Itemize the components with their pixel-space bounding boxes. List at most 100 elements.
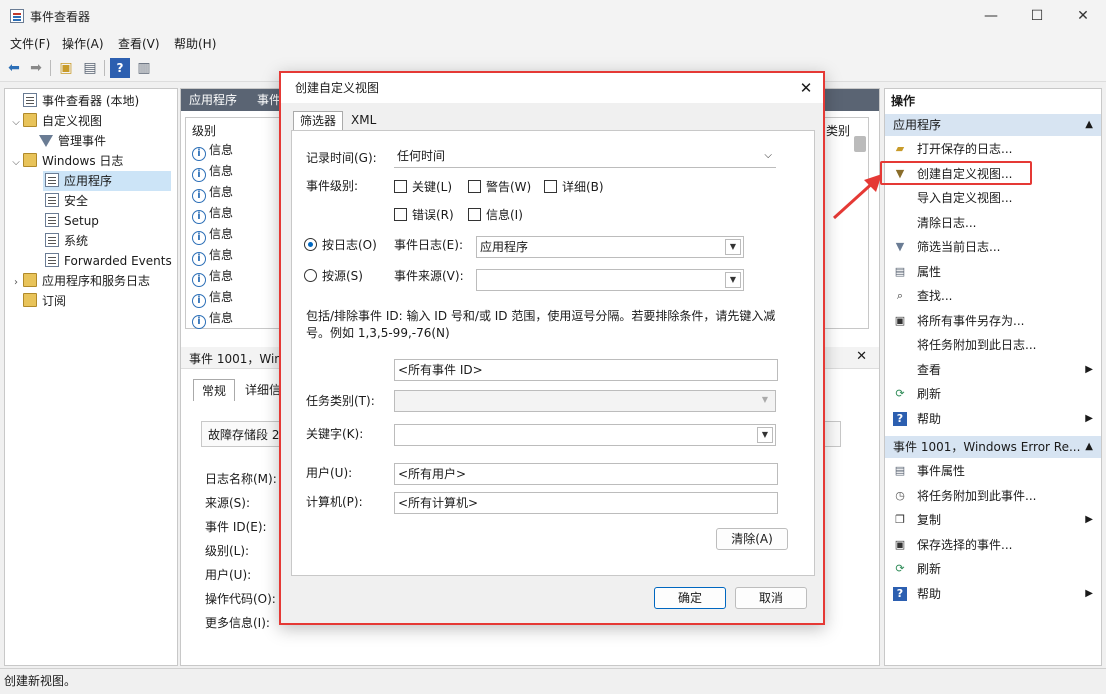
table-row[interactable]: i 信息 <box>192 308 233 329</box>
tab-filter[interactable]: 筛选器 <box>293 111 344 131</box>
task-category-label: 任务类别(T): <box>306 394 375 408</box>
cancel-button[interactable]: 取消 <box>735 587 807 609</box>
back-arrow-icon[interactable]: ⬅ <box>4 58 24 78</box>
maximize-button[interactable]: ☐ <box>1014 0 1060 32</box>
header-tab-events[interactable]: 事件 <box>257 89 281 111</box>
action-item[interactable]: ▰ 打开保存的日志... <box>885 137 1101 161</box>
show-hide-tree-icon[interactable]: ▤ <box>80 58 100 78</box>
table-row[interactable]: i 信息 <box>192 245 233 266</box>
tree-item-windows-logs[interactable]: ⌵ Windows 日志 <box>9 151 123 171</box>
menu-help[interactable]: 帮助(H) <box>174 35 216 52</box>
column-header-category[interactable]: 类别 <box>826 122 850 139</box>
folder-icon <box>23 293 37 307</box>
action-item[interactable]: ▤ 事件属性 <box>885 459 1101 483</box>
menu-action[interactable]: 操作(A) <box>62 35 104 52</box>
help-icon: ? <box>893 586 907 601</box>
action-item[interactable]: ◷ 将任务附加到此事件... <box>885 484 1101 508</box>
action-item[interactable]: 查看 ▶ <box>885 358 1101 382</box>
action-item[interactable]: ⌕ 查找... <box>885 284 1101 308</box>
event-logs-select[interactable]: 应用程序 ▼ <box>476 236 744 258</box>
radio-by-source[interactable] <box>304 269 317 282</box>
action-label: 打开保存的日志... <box>917 142 1013 156</box>
field-source: 来源(S): <box>205 496 251 510</box>
table-row[interactable]: i 信息 <box>192 203 233 224</box>
help-icon[interactable]: ? <box>110 58 130 78</box>
toolbar-separator <box>50 60 51 76</box>
table-row[interactable]: i 信息 <box>192 266 233 287</box>
tab-xml[interactable]: XML <box>345 111 382 131</box>
action-item[interactable]: ▤ 属性 <box>885 260 1101 284</box>
forward-arrow-icon[interactable]: ➡ <box>26 58 46 78</box>
table-row[interactable]: i 信息 <box>192 287 233 308</box>
row-level-text: 信息 <box>209 227 234 241</box>
tree-item-forwarded-events[interactable]: Forwarded Events <box>45 251 172 271</box>
actions-section-application[interactable]: 应用程序 ▲ <box>885 114 1101 136</box>
tab-general[interactable]: 常规 <box>193 379 236 401</box>
checkbox-critical[interactable] <box>394 180 407 193</box>
close-window-button[interactable]: ✕ <box>1060 0 1106 32</box>
action-item[interactable]: ▼ 筛选当前日志... <box>885 235 1101 259</box>
header-tab-application[interactable]: 应用程序 <box>189 89 237 111</box>
action-item[interactable]: 导入自定义视图... <box>885 186 1101 210</box>
column-header-level[interactable]: 级别 <box>192 122 216 139</box>
table-scrollbar[interactable] <box>854 136 866 152</box>
action-item[interactable]: ▣ 将所有事件另存为... <box>885 309 1101 333</box>
actions-section-event[interactable]: 事件 1001，Windows Error Re... ▲ <box>885 436 1101 458</box>
annotation-arrow <box>832 174 882 220</box>
close-detail-icon[interactable]: ✕ <box>856 349 867 364</box>
radio-by-log[interactable] <box>304 238 317 251</box>
task-category-select[interactable]: ▼ <box>394 390 776 412</box>
tree-item-system[interactable]: 系统 <box>45 231 88 251</box>
detail-fields: 日志名称(M): 来源(S): 事件 ID(E): 级别(L): 用户(U): … <box>205 467 277 635</box>
save-icon: ▣ <box>894 537 906 551</box>
expand-chevron-icon[interactable]: › <box>9 273 23 293</box>
checkbox-information[interactable] <box>468 208 481 221</box>
table-row[interactable]: i 信息 <box>192 224 233 245</box>
checkbox-verbose[interactable] <box>544 180 557 193</box>
collapse-chevron-icon[interactable]: ⌵ <box>9 153 23 173</box>
action-item[interactable]: ? 帮助 ▶ <box>885 407 1101 431</box>
event-id-input[interactable]: <所有事件 ID> <box>394 359 778 381</box>
minimize-button[interactable]: — <box>968 0 1014 32</box>
table-row[interactable]: i 信息 <box>192 182 233 203</box>
computer-input[interactable]: <所有计算机> <box>394 492 778 514</box>
collapse-chevron-icon[interactable]: ⌵ <box>9 113 23 133</box>
row-level-text: 信息 <box>209 248 234 262</box>
action-item[interactable]: ⟳ 刷新 <box>885 557 1101 581</box>
up-folder-icon[interactable]: ▣ <box>56 58 76 78</box>
action-item[interactable]: ? 帮助 ▶ <box>885 582 1101 606</box>
clear-button[interactable]: 清除(A) <box>716 528 788 550</box>
tree-item-app-service-logs[interactable]: › 应用程序和服务日志 <box>9 271 150 291</box>
tab-details[interactable]: 详细信 <box>245 381 281 398</box>
checkbox-error[interactable] <box>394 208 407 221</box>
tree-item-subscriptions[interactable]: 订阅 <box>23 291 66 311</box>
row-level-text: 信息 <box>209 143 234 157</box>
chevron-down-icon: ⌵ <box>764 150 772 161</box>
action-item[interactable]: ▣ 保存选择的事件... <box>885 533 1101 557</box>
show-action-pane-icon[interactable]: ▥ <box>134 58 154 78</box>
checkbox-warning[interactable] <box>468 180 481 193</box>
collapse-up-icon[interactable]: ▲ <box>1085 114 1093 136</box>
ok-button[interactable]: 确定 <box>654 587 726 609</box>
table-row[interactable]: i 信息 <box>192 161 233 182</box>
tree-item-application[interactable]: 应用程序 <box>43 171 171 191</box>
tree-item-admin-events[interactable]: 管理事件 <box>39 131 106 151</box>
menu-file[interactable]: 文件(F) <box>10 35 50 52</box>
tree-item-custom-views[interactable]: ⌵ 自定义视图 <box>9 111 102 131</box>
tree-item-root[interactable]: 事件查看器 (本地) <box>9 91 139 111</box>
tree-item-setup[interactable]: Setup <box>45 211 99 231</box>
keywords-select[interactable]: ▼ <box>394 424 776 446</box>
event-sources-select[interactable]: ▼ <box>476 269 744 291</box>
event-sources-label: 事件来源(V): <box>394 269 464 283</box>
table-row[interactable]: i 信息 <box>192 140 233 161</box>
user-input[interactable]: <所有用户> <box>394 463 778 485</box>
action-item[interactable]: ❐ 复制 ▶ <box>885 508 1101 532</box>
close-dialog-icon[interactable]: ✕ <box>795 77 817 99</box>
logged-select[interactable]: 任何时间 ⌵ <box>394 146 776 168</box>
tree-item-security[interactable]: 安全 <box>45 191 88 211</box>
action-item[interactable]: 清除日志... <box>885 211 1101 235</box>
action-item[interactable]: 将任务附加到此日志... <box>885 333 1101 357</box>
menu-view[interactable]: 查看(V) <box>118 35 160 52</box>
action-item[interactable]: ⟳ 刷新 <box>885 382 1101 406</box>
collapse-up-icon[interactable]: ▲ <box>1085 436 1093 458</box>
